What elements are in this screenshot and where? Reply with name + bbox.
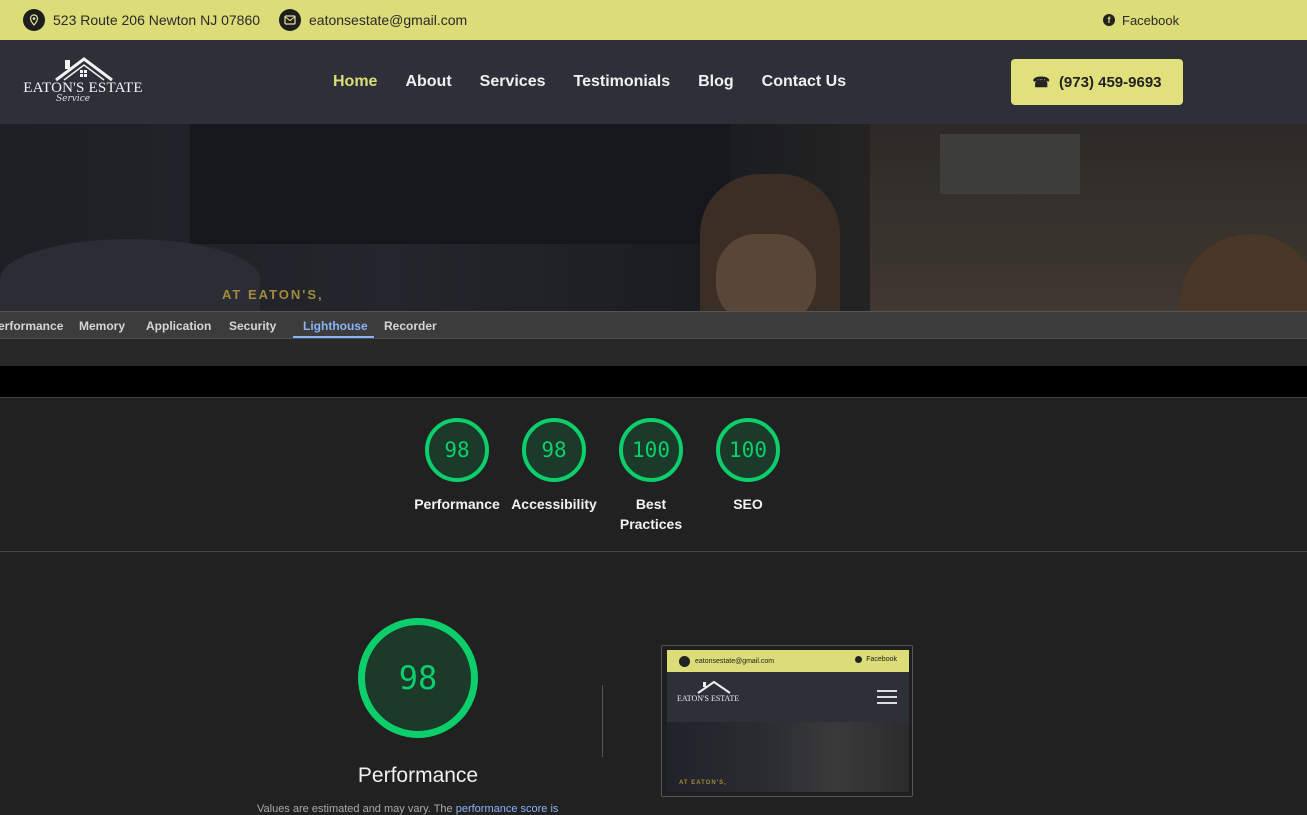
phone-number: (973) 459-9693 [1058,73,1162,91]
gauge-performance[interactable]: 98 Performance [409,418,505,514]
score-gauges: 98 Performance 98 Accessibility 100 Best… [0,397,1307,552]
address-item: 523 Route 206 Newton NJ 07860 [23,9,260,31]
performance-score-link[interactable]: performance score is [456,803,559,815]
email-item[interactable]: eatonsestate@gmail.com [279,9,467,31]
mail-icon [679,656,690,667]
nav-blog[interactable]: Blog [698,73,734,91]
thumb-facebook-text: Facebook [866,656,897,663]
facebook-text: Facebook [1122,12,1180,28]
address-text: 523 Route 206 Newton NJ 07860 [53,12,261,28]
location-pin-icon [23,9,45,31]
site-logo[interactable]: EATON'S ESTATE Service [22,56,144,108]
thumb-navbar: EATON'S ESTATE [667,672,909,722]
hamburger-menu-icon [877,690,897,708]
email-link[interactable]: eatonsestate@gmail.com [309,12,467,28]
gauge-label: Accessibility [511,496,597,512]
mail-icon [279,9,301,31]
nav-contact-us[interactable]: Contact Us [762,73,846,91]
gauge-ring: 100 [619,418,683,482]
thumb-tagline: AT EATON'S, [679,780,727,786]
gauge-ring: 98 [522,418,586,482]
thumb-email-text: eatonsestate@gmail.com [695,658,775,665]
performance-section: 98 Performance Values are estimated and … [0,552,1307,815]
nav-home[interactable]: Home [333,73,377,91]
tab-lighthouse[interactable]: Lighthouse [303,319,368,333]
active-tab-indicator [293,336,374,338]
hero-banner: AT EATON'S, [0,124,1307,311]
page-screenshot-thumbnail[interactable]: eatonsestate@gmail.com Facebook EATON'S … [661,645,913,797]
performance-title: Performance [357,764,479,787]
house-roof-icon [55,57,113,82]
thumb-logo-name: EATON'S ESTATE [677,694,740,703]
hero-background-window [940,134,1080,194]
report-header-bar [0,366,1307,397]
logo-subtitle: Service [56,94,91,104]
performance-note-text: Values are estimated and may vary. The [257,803,456,815]
hero-tagline: AT EATON'S, [222,287,324,302]
tab-security[interactable]: Security [229,319,276,333]
gauge-ring: 98 [425,418,489,482]
top-info-bar: 523 Route 206 Newton NJ 07860 eatonsesta… [0,0,1307,40]
hero-background-object [0,239,260,311]
nav-about[interactable]: About [405,73,451,91]
tab-performance[interactable]: erformance [0,319,63,333]
nav-testimonials[interactable]: Testimonials [574,73,671,91]
devtools-tab-strip: erformance Memory Application Security L… [0,311,1307,339]
call-phone-button[interactable]: ☎ (973) 459-9693 [1011,59,1183,105]
gauge-label: SEO [733,496,763,512]
gauge-seo[interactable]: 100 SEO [700,418,796,514]
gauge-ring: 100 [716,418,780,482]
facebook-link[interactable]: f Facebook [1103,13,1179,28]
gauge-label: Performance [414,496,500,512]
performance-note: Values are estimated and may vary. The p… [257,803,558,815]
gauge-accessibility[interactable]: 98 Accessibility [506,418,602,514]
phone-icon: ☎ [1032,73,1050,90]
nav-menu: Home About Services Testimonials Blog Co… [333,40,846,124]
hero-person-face [716,234,816,311]
section-divider [602,685,603,757]
performance-score-gauge: 98 [358,618,478,738]
thumb-email: eatonsestate@gmail.com [679,656,774,667]
thumb-top-bar: eatonsestate@gmail.com Facebook [667,650,909,672]
gauge-best-practices[interactable]: 100 Best Practices [603,418,699,534]
tab-application[interactable]: Application [146,319,211,333]
tab-recorder[interactable]: Recorder [384,319,437,333]
tab-memory[interactable]: Memory [79,319,125,333]
house-roof-icon [697,680,731,694]
hero-background-dark [190,124,730,244]
main-navbar: EATON'S ESTATE Service Home About Servic… [0,40,1307,124]
devtools-toolbar [0,339,1307,366]
facebook-icon: f [1103,14,1115,26]
facebook-icon [855,656,863,663]
thumb-facebook: Facebook [855,656,897,663]
nav-services[interactable]: Services [480,73,546,91]
gauge-label: Best Practices [619,496,683,532]
thumb-hero: AT EATON'S, [667,722,909,792]
